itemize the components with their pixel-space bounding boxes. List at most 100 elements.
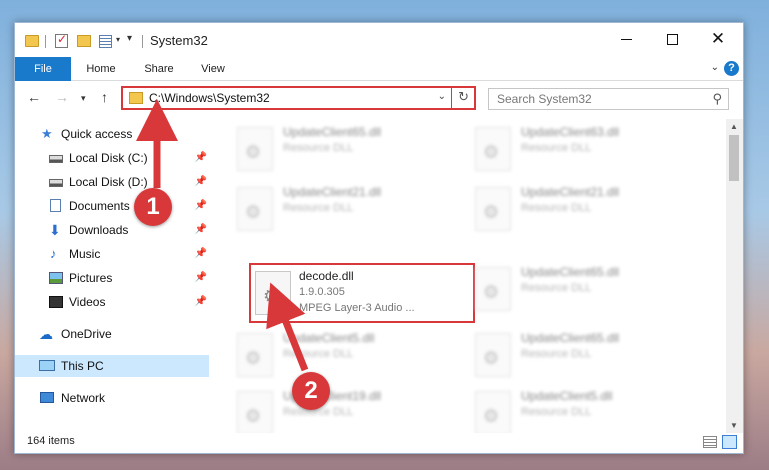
sidebar-item-pictures[interactable]: Pictures 📌: [15, 267, 209, 289]
documents-icon: [50, 199, 61, 212]
address-bar[interactable]: C:\Windows\System32 ⌄ ↻: [121, 86, 476, 110]
dll-file-icon: ⚙: [475, 127, 511, 171]
minimize-button[interactable]: [603, 23, 649, 55]
navigation-pane: ★ Quick access Local Disk (C:) 📌 Local D…: [15, 119, 211, 433]
sidebar-item-label: This PC: [61, 359, 104, 373]
gear-icon: ⚙: [245, 142, 262, 162]
tab-home[interactable]: Home: [77, 57, 125, 81]
title-separator: [142, 35, 143, 48]
recent-locations-chevron-icon[interactable]: ▾: [81, 93, 86, 104]
sidebar-item-label: Quick access: [61, 127, 133, 141]
up-arrow-icon[interactable]: ↑: [101, 89, 108, 105]
search-input[interactable]: Search System32 ⚲: [488, 88, 729, 110]
tab-share[interactable]: Share: [137, 57, 181, 81]
sidebar-item-downloads[interactable]: ⬇ Downloads 📌: [15, 219, 209, 241]
search-icon[interactable]: ⚲: [712, 91, 722, 107]
file-item-decode-dll[interactable]: ⚙ decode.dll 1.9.0.305 MPEG Layer-3 Audi…: [249, 263, 475, 323]
file-item[interactable]: ⚙ UpdateClient21.dll Resource DLL: [473, 183, 698, 239]
star-icon: ★: [41, 126, 53, 141]
file-description: MPEG Layer-3 Audio ...: [299, 302, 415, 314]
sidebar-item-this-pc[interactable]: This PC: [15, 355, 209, 377]
sidebar-item-network[interactable]: Network: [15, 387, 209, 409]
file-item[interactable]: ⚙ UpdateClient65.dll Resource DLL: [473, 329, 698, 385]
sidebar-item-music[interactable]: ♪ Music 📌: [15, 243, 209, 265]
status-bar: 164 items: [15, 431, 743, 453]
chevron-down-icon[interactable]: ▾: [116, 35, 120, 44]
file-explorer-window: ▾ ▾ System32 ✕ File Home Share View ⌄ ? …: [14, 22, 744, 454]
pin-icon[interactable]: 📌: [195, 267, 207, 289]
sidebar-item-onedrive[interactable]: ☁ OneDrive: [15, 323, 209, 345]
sidebar-item-documents[interactable]: Documents 📌: [15, 195, 209, 217]
dll-file-icon: ⚙: [475, 267, 511, 311]
file-name: UpdateClient21.dll: [521, 185, 620, 199]
file-name: UpdateClient65.dll: [521, 331, 620, 345]
pictures-icon: [49, 272, 63, 284]
sidebar-item-label: Videos: [69, 295, 106, 309]
file-description: Resource DLL: [521, 348, 592, 360]
pin-icon[interactable]: 📌: [195, 147, 207, 169]
dll-file-icon: ⚙: [237, 187, 273, 231]
maximize-button[interactable]: [649, 23, 695, 55]
dll-file-icon: ⚙: [255, 271, 291, 315]
details-view-icon[interactable]: [703, 436, 717, 448]
music-icon: ♪: [50, 246, 57, 261]
customize-quick-access-icon[interactable]: ▾: [127, 33, 132, 44]
sidebar-item-local-disk-d[interactable]: Local Disk (D:) 📌: [15, 171, 209, 193]
refresh-icon[interactable]: ↻: [458, 89, 469, 105]
address-path[interactable]: C:\Windows\System32: [149, 91, 270, 105]
file-description: Resource DLL: [283, 142, 354, 154]
sidebar-item-label: OneDrive: [61, 327, 112, 341]
pc-icon: [39, 360, 55, 371]
vertical-scrollbar[interactable]: ▲ ▼: [726, 119, 743, 433]
scroll-down-icon[interactable]: ▼: [730, 421, 738, 430]
file-item[interactable]: ⚙ UpdateClient65.dll Resource DLL: [473, 263, 698, 319]
network-icon: [40, 392, 54, 403]
sidebar-item-label: Pictures: [69, 271, 113, 285]
file-item[interactable]: ⚙ UpdateClient5.dll Resource DLL: [473, 387, 698, 433]
file-description: Resource DLL: [521, 406, 592, 418]
gear-icon: ⚙: [263, 286, 280, 306]
pin-icon[interactable]: 📌: [195, 219, 207, 241]
address-separator: [451, 88, 452, 108]
file-item[interactable]: ⚙ UpdateClient65.dll Resource DLL: [235, 123, 460, 179]
file-name: UpdateClient5.dll: [283, 331, 375, 345]
pin-icon[interactable]: 📌: [195, 291, 207, 313]
dll-file-icon: ⚙: [475, 187, 511, 231]
large-icons-view-icon[interactable]: [722, 435, 737, 449]
tab-file[interactable]: File: [15, 57, 71, 81]
file-description: Resource DLL: [521, 282, 592, 294]
sidebar-item-label: Network: [61, 391, 106, 405]
sidebar-item-quick-access[interactable]: ★ Quick access: [15, 123, 209, 145]
chevron-down-icon[interactable]: ⌄: [438, 91, 446, 102]
sidebar-item-label: Music: [69, 247, 101, 261]
pin-icon[interactable]: 📌: [195, 195, 207, 217]
videos-icon: [49, 296, 63, 308]
new-folder-icon[interactable]: [77, 35, 91, 47]
expand-ribbon-icon[interactable]: ⌄: [711, 62, 719, 73]
file-description: Resource DLL: [283, 348, 354, 360]
download-icon: ⬇: [49, 222, 61, 238]
forward-arrow-icon[interactable]: →: [55, 89, 69, 105]
tab-view[interactable]: View: [193, 57, 233, 81]
sidebar-item-videos[interactable]: Videos 📌: [15, 291, 209, 313]
file-item[interactable]: ⚙ UpdateClient21.dll Resource DLL: [235, 183, 460, 239]
close-button[interactable]: ✕: [695, 23, 741, 55]
properties-check-icon[interactable]: [55, 32, 68, 48]
scrollbar-thumb[interactable]: [729, 135, 739, 181]
gear-icon: ⚙: [483, 406, 500, 426]
navigation-bar: ← → ▾ ↑ C:\Windows\System32 ⌄ ↻ Search S…: [15, 83, 743, 113]
pin-icon[interactable]: 📌: [195, 243, 207, 265]
file-name: UpdateClient63.dll: [521, 125, 620, 139]
scroll-up-icon[interactable]: ▲: [730, 122, 738, 131]
file-item[interactable]: ⚙ UpdateClient19.dll Resource DLL: [235, 387, 460, 433]
properties-icon[interactable]: [99, 35, 112, 48]
back-arrow-icon[interactable]: ←: [27, 89, 41, 105]
gear-icon: ⚙: [245, 406, 262, 426]
gear-icon: ⚙: [483, 202, 500, 222]
file-item[interactable]: ⚙ UpdateClient5.dll Resource DLL: [235, 329, 460, 385]
help-icon[interactable]: ?: [724, 61, 739, 76]
sidebar-item-local-disk-c[interactable]: Local Disk (C:) 📌: [15, 147, 209, 169]
gear-icon: ⚙: [483, 282, 500, 302]
pin-icon[interactable]: 📌: [195, 171, 207, 193]
file-item[interactable]: ⚙ UpdateClient63.dll Resource DLL: [473, 123, 698, 179]
